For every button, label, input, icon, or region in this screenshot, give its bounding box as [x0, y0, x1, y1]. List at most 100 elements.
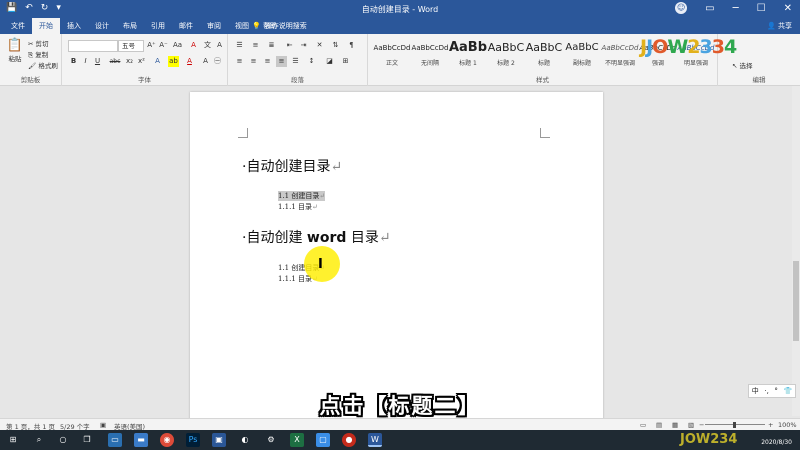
multilevel-list-button[interactable]: ≣: [266, 40, 277, 51]
enclose-char-button[interactable]: ㊀: [212, 56, 223, 67]
zoom-out-button[interactable]: −: [699, 421, 704, 429]
superscript-button[interactable]: x²: [136, 56, 147, 67]
bullets-button[interactable]: ☰: [234, 40, 245, 51]
style-card-5[interactable]: AaBbC 副标题: [562, 38, 602, 72]
zoom-in-button[interactable]: +: [768, 421, 773, 429]
share-button[interactable]: 👤 共享: [767, 21, 792, 31]
align-left-button[interactable]: ≡: [234, 56, 245, 67]
copy-icon: ⎘: [28, 51, 34, 59]
task-view-icon[interactable]: ❐: [80, 433, 94, 447]
highlight-button[interactable]: ab: [168, 56, 179, 67]
style-card-6[interactable]: AaBbCcDd 不明显强调: [600, 38, 640, 72]
style-card-0[interactable]: AaBbCcDd 正文: [372, 38, 412, 72]
photos-app-icon[interactable]: ▬: [134, 433, 148, 447]
distributed-button[interactable]: ☰: [290, 56, 301, 67]
minimize-button[interactable]: ─: [733, 3, 739, 14]
tab-4[interactable]: 布局: [116, 18, 144, 34]
zoom-slider-knob[interactable]: [733, 422, 736, 428]
ribbon-tab-row: 文件 开始 插入 设计 布局 引用 邮件 审阅 视图 帮助 💡 操作说明搜索 👤 共享: [0, 18, 800, 34]
document-page[interactable]: ·自动创建目录↵ 1.1 创建目录↵ 1.1.1 目录↵ ·自动创建 word …: [190, 92, 603, 422]
search-icon[interactable]: ⌕: [32, 433, 46, 447]
photoshop-icon[interactable]: Ps: [186, 433, 200, 447]
italic-button[interactable]: I: [80, 56, 91, 67]
tab-1[interactable]: 开始: [32, 18, 60, 34]
copy-button[interactable]: ⎘ 复制: [28, 49, 48, 60]
maximize-button[interactable]: ☐: [757, 3, 766, 14]
word-icon[interactable]: W: [368, 433, 382, 447]
chrome-icon[interactable]: ◉: [160, 433, 174, 447]
tab-2[interactable]: 插入: [60, 18, 88, 34]
grow-font-button[interactable]: A⁺: [146, 40, 157, 51]
tab-5[interactable]: 引用: [144, 18, 172, 34]
font-name-dropdown[interactable]: [68, 40, 118, 52]
shrink-font-button[interactable]: A⁻: [158, 40, 169, 51]
style-card-3[interactable]: AaBbC 标题 2: [486, 38, 526, 72]
phonetic-guide-button[interactable]: 文: [202, 40, 213, 51]
clear-format-button[interactable]: A: [188, 40, 199, 51]
font-size-dropdown[interactable]: 五号: [118, 40, 144, 52]
close-button[interactable]: ✕: [784, 3, 792, 14]
style-card-1[interactable]: AaBbCcDd 无间隔: [410, 38, 450, 72]
tv-app-icon[interactable]: ▭: [108, 433, 122, 447]
tell-me-search[interactable]: 💡 操作说明搜索: [252, 21, 307, 31]
chinese-layout-button[interactable]: ✕: [314, 40, 325, 51]
subscript-button[interactable]: x₂: [124, 56, 135, 67]
windows-start-icon[interactable]: ⊞: [6, 433, 20, 447]
decrease-indent-button[interactable]: ⇤: [284, 40, 295, 51]
toc-entry-2[interactable]: 1.1.1 目录↵: [278, 202, 318, 212]
paragraph-mark: ↵: [330, 159, 343, 175]
text-effects-button[interactable]: A: [152, 56, 163, 67]
app-window-icon[interactable]: ▣: [212, 433, 226, 447]
settings-icon[interactable]: ⚙: [264, 433, 278, 447]
sort-button[interactable]: ⇅: [330, 40, 341, 51]
heading-1-second[interactable]: ·自动创建 word 目录↵: [242, 227, 391, 247]
tab-6[interactable]: 邮件: [172, 18, 200, 34]
recorder-icon[interactable]: ●: [342, 433, 356, 447]
zoom-level[interactable]: 100%: [778, 421, 797, 429]
font-color-button[interactable]: A: [184, 56, 195, 67]
excel-icon[interactable]: X: [290, 433, 304, 447]
cortana-icon[interactable]: ○: [56, 433, 70, 447]
account-avatar[interactable]: ☺: [675, 2, 688, 14]
proofing-icon[interactable]: ▣: [100, 421, 106, 429]
style-name: 强调: [651, 60, 664, 67]
underline-button[interactable]: U: [92, 56, 103, 67]
web-layout-icon[interactable]: ▧: [688, 421, 694, 429]
camera-app-icon[interactable]: ◐: [238, 433, 252, 447]
tab-7[interactable]: 审阅: [200, 18, 228, 34]
style-card-2[interactable]: AaBb 标题 1: [448, 38, 488, 72]
align-right-button[interactable]: ≡: [262, 56, 273, 67]
tab-3[interactable]: 设计: [88, 18, 116, 34]
show-marks-button[interactable]: ¶: [346, 40, 357, 51]
tab-0[interactable]: 文件: [4, 18, 32, 34]
format-painter-button[interactable]: 🖌 格式刷: [28, 60, 58, 70]
justify-button[interactable]: ≡: [276, 56, 287, 67]
toc-entry-1[interactable]: 1.1 创建目录↵: [278, 191, 326, 201]
notes-app-icon[interactable]: ▢: [316, 433, 330, 447]
align-center-button[interactable]: ≡: [248, 56, 259, 67]
select-button[interactable]: ↖ 选择: [732, 60, 753, 70]
read-mode-icon[interactable]: ▤: [656, 421, 662, 429]
increase-indent-button[interactable]: ⇥: [298, 40, 309, 51]
focus-mode-icon[interactable]: ▭: [640, 421, 646, 429]
paste-icon: 📋: [6, 38, 24, 53]
style-card-4[interactable]: AaBbC 标题: [524, 38, 564, 72]
change-case-button[interactable]: Aa: [172, 40, 183, 51]
line-spacing-button[interactable]: ↕: [306, 56, 317, 67]
borders-button[interactable]: ⊞: [340, 56, 351, 67]
print-layout-icon[interactable]: ▦: [672, 421, 678, 429]
scrollbar-thumb[interactable]: [793, 261, 799, 341]
strikethrough-button[interactable]: abc: [108, 56, 122, 67]
bold-button[interactable]: B: [68, 56, 79, 67]
system-tray-clock[interactable]: 2020/8/30: [761, 431, 792, 447]
char-border-button[interactable]: A: [214, 40, 225, 51]
ribbon-display-options-icon[interactable]: ▭: [705, 3, 714, 14]
vertical-scrollbar[interactable]: [792, 86, 800, 416]
cut-button[interactable]: ✂ 剪切: [28, 38, 49, 48]
heading-1-first[interactable]: ·自动创建目录↵: [242, 156, 342, 176]
numbering-button[interactable]: ≡: [250, 40, 261, 51]
paste-button[interactable]: 📋 粘贴: [6, 38, 24, 63]
char-shading-button[interactable]: A: [200, 56, 211, 67]
style-sample: AaBbC: [487, 41, 525, 54]
shading-button[interactable]: ◪: [324, 56, 335, 67]
